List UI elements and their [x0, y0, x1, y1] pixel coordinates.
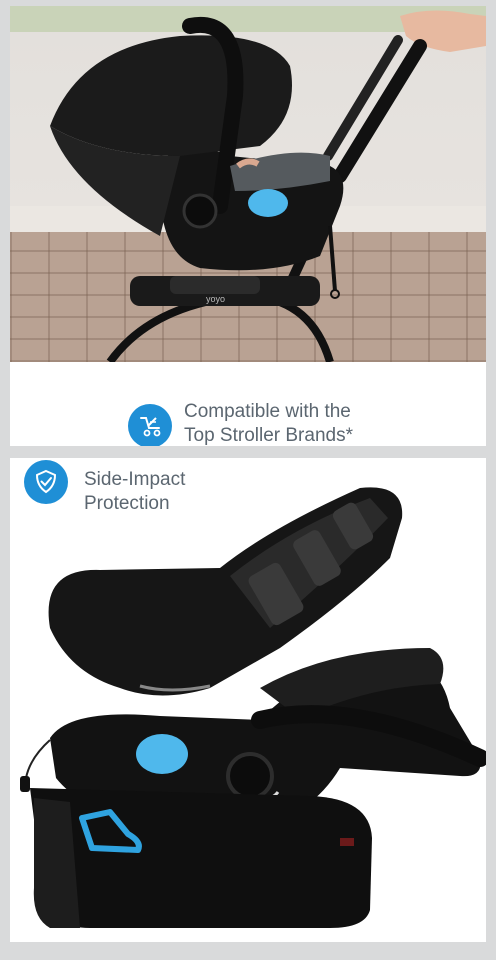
stroller-caption-line2: Top Stroller Brands* [184, 425, 353, 446]
stroller-compatibility-panel: yoyo Compatible with the Top Stroller Br… [10, 6, 486, 446]
stroller-icon [128, 404, 172, 446]
side-impact-panel: Side-Impact Protection [10, 458, 486, 942]
stroller-caption-line1: Compatible with the [184, 401, 351, 422]
stroller-photo: yoyo [10, 6, 486, 362]
car-seat-on-stroller-illustration: yoyo [50, 10, 486, 362]
stroller-brand-mark: yoyo [206, 294, 225, 304]
car-seat-product-illustration [20, 487, 486, 928]
stroller-caption-text: Compatible with the Top Stroller Brands* [184, 400, 353, 446]
stroller-caption: Compatible with the Top Stroller Brands* [10, 362, 486, 446]
